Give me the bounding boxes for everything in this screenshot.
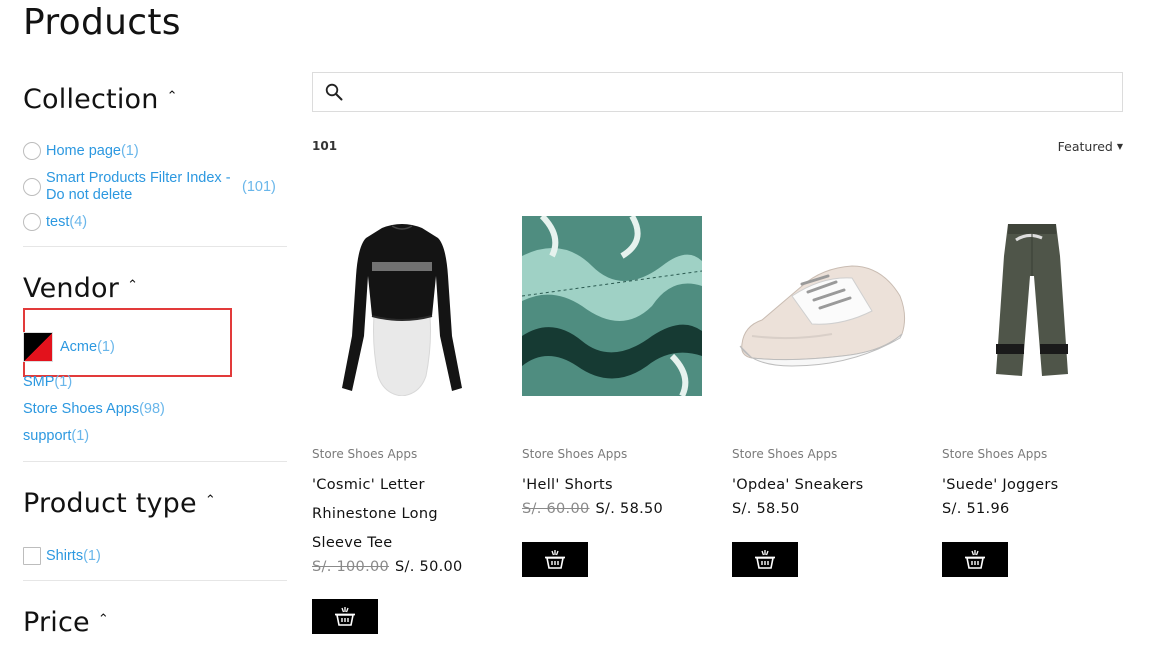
checkbox[interactable] — [23, 547, 41, 565]
product-price: S/. 51.96 — [942, 501, 1010, 517]
filter-option-label: SMP — [23, 374, 55, 390]
product-vendor: Store Shoes Apps — [312, 447, 418, 461]
filter-option-label: support — [23, 428, 72, 444]
filter-option-count: (1) — [83, 548, 101, 564]
product-vendor: Store Shoes Apps — [522, 447, 628, 461]
compare-at-price: S/. 60.00 — [522, 501, 590, 517]
filter-option-acme[interactable]: Acme (1) — [23, 332, 115, 362]
filter-option-count: (1) — [97, 339, 115, 355]
filter-option-shirts[interactable]: Shirts (1) — [23, 547, 101, 565]
shopping-basket-icon — [335, 606, 355, 626]
filter-option-label: Home page — [46, 143, 121, 159]
product-price: S/. 100.00 S/. 50.00 — [312, 559, 463, 575]
facet-collection-header[interactable]: Collection ⌃ — [23, 84, 178, 115]
product-price: S/. 58.50 — [732, 501, 800, 517]
filter-option-count: (1) — [120, 143, 139, 159]
facet-collection-title: Collection — [23, 84, 159, 115]
product-image[interactable] — [522, 216, 702, 396]
filter-option-label: Smart Products Filter Index - Do not del… — [46, 170, 231, 203]
filter-option-label: Store Shoes Apps — [23, 401, 140, 417]
add-to-cart-button[interactable] — [732, 542, 798, 577]
page-title: Products — [23, 2, 181, 43]
product-image[interactable] — [942, 216, 1122, 396]
radio-button[interactable] — [23, 142, 41, 160]
product-card[interactable]: Store Shoes Apps 'Hell' Shorts S/. 60.00… — [522, 216, 702, 577]
result-count: 101 — [312, 139, 338, 153]
filter-option-count: (1) — [71, 428, 90, 444]
divider — [23, 246, 287, 247]
facet-vendor-title: Vendor — [23, 273, 120, 304]
sale-price: S/. 51.96 — [942, 501, 1010, 517]
filter-option-count: (98) — [139, 401, 165, 417]
shopping-basket-icon — [965, 549, 985, 569]
sale-price: S/. 50.00 — [395, 559, 463, 575]
product-title[interactable]: 'Suede' Joggers — [942, 471, 1122, 500]
filter-option-count: (4) — [69, 214, 88, 230]
sale-price: S/. 58.50 — [595, 501, 664, 517]
chevron-up-icon: ⌃ — [127, 278, 139, 293]
sale-price: S/. 58.50 — [732, 501, 800, 517]
filter-option-label: Acme — [60, 339, 98, 355]
radio-button[interactable] — [23, 178, 41, 196]
search-input[interactable] — [351, 74, 1122, 110]
divider — [23, 461, 287, 462]
product-card[interactable]: Store Shoes Apps 'Suede' Joggers S/. 51.… — [942, 216, 1122, 577]
product-image[interactable] — [312, 216, 492, 396]
add-to-cart-button[interactable] — [942, 542, 1008, 577]
filter-option-smp[interactable]: SMP (1) — [23, 374, 72, 390]
product-title[interactable]: 'Cosmic' Letter Rhinestone Long Sleeve T… — [312, 471, 492, 558]
product-image[interactable] — [732, 216, 912, 396]
filter-option-test[interactable]: test (4) — [23, 213, 87, 231]
product-title[interactable]: 'Hell' Shorts — [522, 471, 702, 500]
caret-down-icon: ▼ — [1116, 142, 1123, 151]
filter-option-label: test — [46, 214, 70, 230]
sort-label: Featured — [1057, 139, 1113, 154]
product-card[interactable]: Store Shoes Apps 'Cosmic' Letter Rhinest… — [312, 216, 492, 634]
product-price: S/. 60.00 S/. 58.50 — [522, 501, 663, 517]
add-to-cart-button[interactable] — [522, 542, 588, 577]
divider — [23, 580, 287, 581]
shopping-basket-icon — [545, 549, 565, 569]
filter-option-store-shoes-apps[interactable]: Store Shoes Apps (98) — [23, 401, 165, 417]
filter-option-count: (101) — [242, 179, 276, 195]
sort-dropdown[interactable]: Featured ▼ — [1058, 139, 1123, 154]
facet-product-type-title: Product type — [23, 488, 197, 519]
product-card[interactable]: Store Shoes Apps 'Opdea' Sneakers S/. 58… — [732, 216, 912, 577]
compare-at-price: S/. 100.00 — [312, 559, 390, 575]
product-vendor: Store Shoes Apps — [942, 447, 1048, 461]
facet-product-type-header[interactable]: Product type ⌃ — [23, 488, 216, 519]
product-title[interactable]: 'Opdea' Sneakers — [732, 471, 912, 500]
radio-button[interactable] — [23, 213, 41, 231]
facet-price-header[interactable]: Price ⌃ — [23, 607, 109, 638]
product-vendor: Store Shoes Apps — [732, 447, 838, 461]
chevron-up-icon: ⌃ — [204, 493, 216, 508]
filter-option-label: Shirts — [46, 548, 84, 564]
chevron-up-icon: ⌃ — [166, 89, 178, 104]
filter-option-support[interactable]: support (1) — [23, 428, 89, 444]
search-icon[interactable] — [325, 83, 343, 101]
filter-option-home-page[interactable]: Home page (1) — [23, 142, 139, 160]
chevron-up-icon: ⌃ — [97, 612, 109, 627]
search-bar[interactable] — [312, 72, 1123, 112]
facet-price-title: Price — [23, 607, 90, 638]
shopping-basket-icon — [755, 549, 775, 569]
add-to-cart-button[interactable] — [312, 599, 378, 634]
vendor-swatch[interactable] — [23, 332, 53, 362]
filter-option-count: (1) — [54, 374, 73, 390]
facet-vendor-header[interactable]: Vendor ⌃ — [23, 273, 138, 304]
filter-option-smart-products[interactable]: Smart Products Filter Index - Do not del… — [23, 170, 276, 204]
